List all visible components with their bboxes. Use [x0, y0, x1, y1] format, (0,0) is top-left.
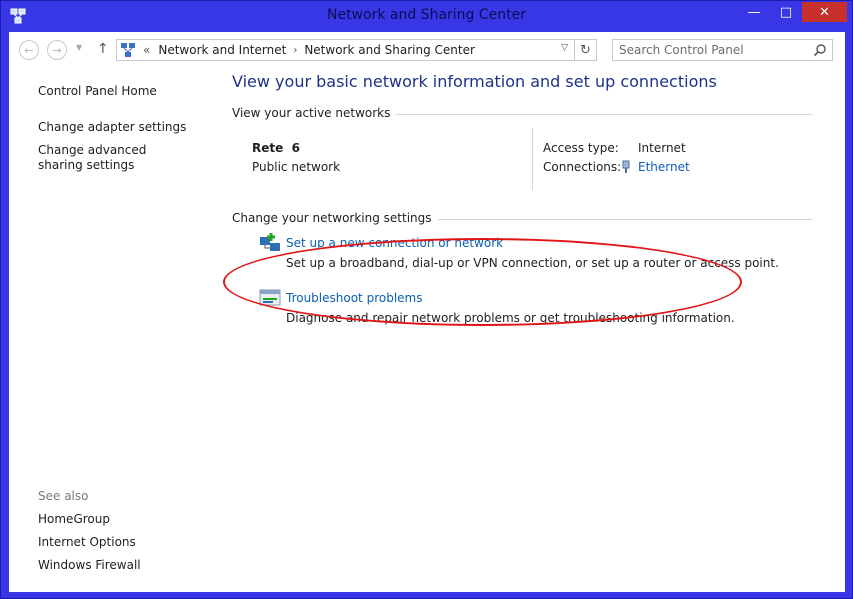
breadcrumb-separator[interactable]: › [293, 45, 297, 56]
address-bar[interactable]: « Network and Internet › Network and Sha… [116, 39, 575, 61]
arrow-left-icon: ← [24, 43, 34, 57]
title-bar[interactable]: Network and Sharing Center — □ ✕ [1, 1, 852, 31]
window-content: ← → ▼ ↑ « Network and Internet › Network [9, 32, 845, 592]
troubleshoot-problems-description: Diagnose and repair network problems or … [286, 311, 735, 325]
control-panel-home-link[interactable]: Control Panel Home [38, 84, 157, 99]
connections-label: Connections: [543, 160, 622, 174]
close-button[interactable]: ✕ [802, 2, 847, 22]
breadcrumb-network-and-sharing-center[interactable]: Network and Sharing Center [304, 43, 475, 57]
homegroup-link[interactable]: HomeGroup [38, 512, 110, 527]
change-advanced-sharing-settings-link[interactable]: Change advanced sharing settings [38, 143, 188, 173]
maximize-button[interactable]: □ [773, 2, 799, 22]
networking-settings-heading: Change your networking settings [232, 211, 438, 225]
troubleshoot-problems-link[interactable]: Troubleshoot problems [286, 291, 422, 305]
see-also-heading: See also [38, 489, 89, 503]
window-title: Network and Sharing Center [326, 7, 526, 23]
arrow-up-icon: ↑ [97, 41, 109, 57]
refresh-icon: ↻ [580, 42, 591, 58]
main-content: View your basic network information and … [232, 68, 842, 592]
chevron-down-icon[interactable]: ▽ [561, 43, 568, 53]
breadcrumb-overflow[interactable]: « [143, 43, 150, 57]
control-panel-icon [121, 43, 135, 57]
search-input[interactable] [613, 40, 803, 60]
change-adapter-settings-link[interactable]: Change adapter settings [38, 120, 186, 135]
navigation-bar: ← → ▼ ↑ « Network and Internet › Network [9, 32, 845, 68]
internet-options-link[interactable]: Internet Options [38, 535, 136, 550]
setup-connection-description: Set up a broadband, dial-up or VPN conne… [286, 256, 779, 270]
page-title: View your basic network information and … [232, 72, 717, 91]
breadcrumb-network-and-internet[interactable]: Network and Internet [158, 43, 286, 57]
windows-firewall-link[interactable]: Windows Firewall [38, 558, 141, 573]
arrow-right-icon: → [52, 43, 62, 57]
new-connection-icon [260, 233, 280, 251]
minimize-button[interactable]: — [741, 2, 767, 22]
left-pane: Control Panel Home Change adapter settin… [9, 68, 219, 592]
ethernet-connection-link[interactable]: Ethernet [638, 160, 690, 174]
search-icon[interactable] [813, 43, 827, 57]
search-box[interactable] [612, 39, 833, 61]
refresh-button[interactable]: ↻ [575, 39, 597, 61]
setup-connection-link[interactable]: Set up a new connection or network [286, 236, 503, 250]
active-networks-heading: View your active networks [232, 106, 397, 120]
access-type-value: Internet [638, 141, 686, 155]
recent-locations-chevron-icon[interactable]: ▼ [76, 43, 82, 52]
back-button[interactable]: ← [19, 40, 39, 60]
network-category-link[interactable]: Public network [252, 160, 340, 174]
network-name: Rete 6 [252, 141, 300, 155]
forward-button[interactable]: → [47, 40, 67, 60]
up-button[interactable]: ↑ [97, 41, 109, 57]
troubleshoot-icon [259, 289, 281, 306]
ethernet-icon [622, 160, 630, 173]
window-frame: Network and Sharing Center — □ ✕ ← → ▼ ↑ [0, 0, 853, 599]
vertical-divider [532, 128, 533, 190]
access-type-label: Access type: [543, 141, 619, 155]
